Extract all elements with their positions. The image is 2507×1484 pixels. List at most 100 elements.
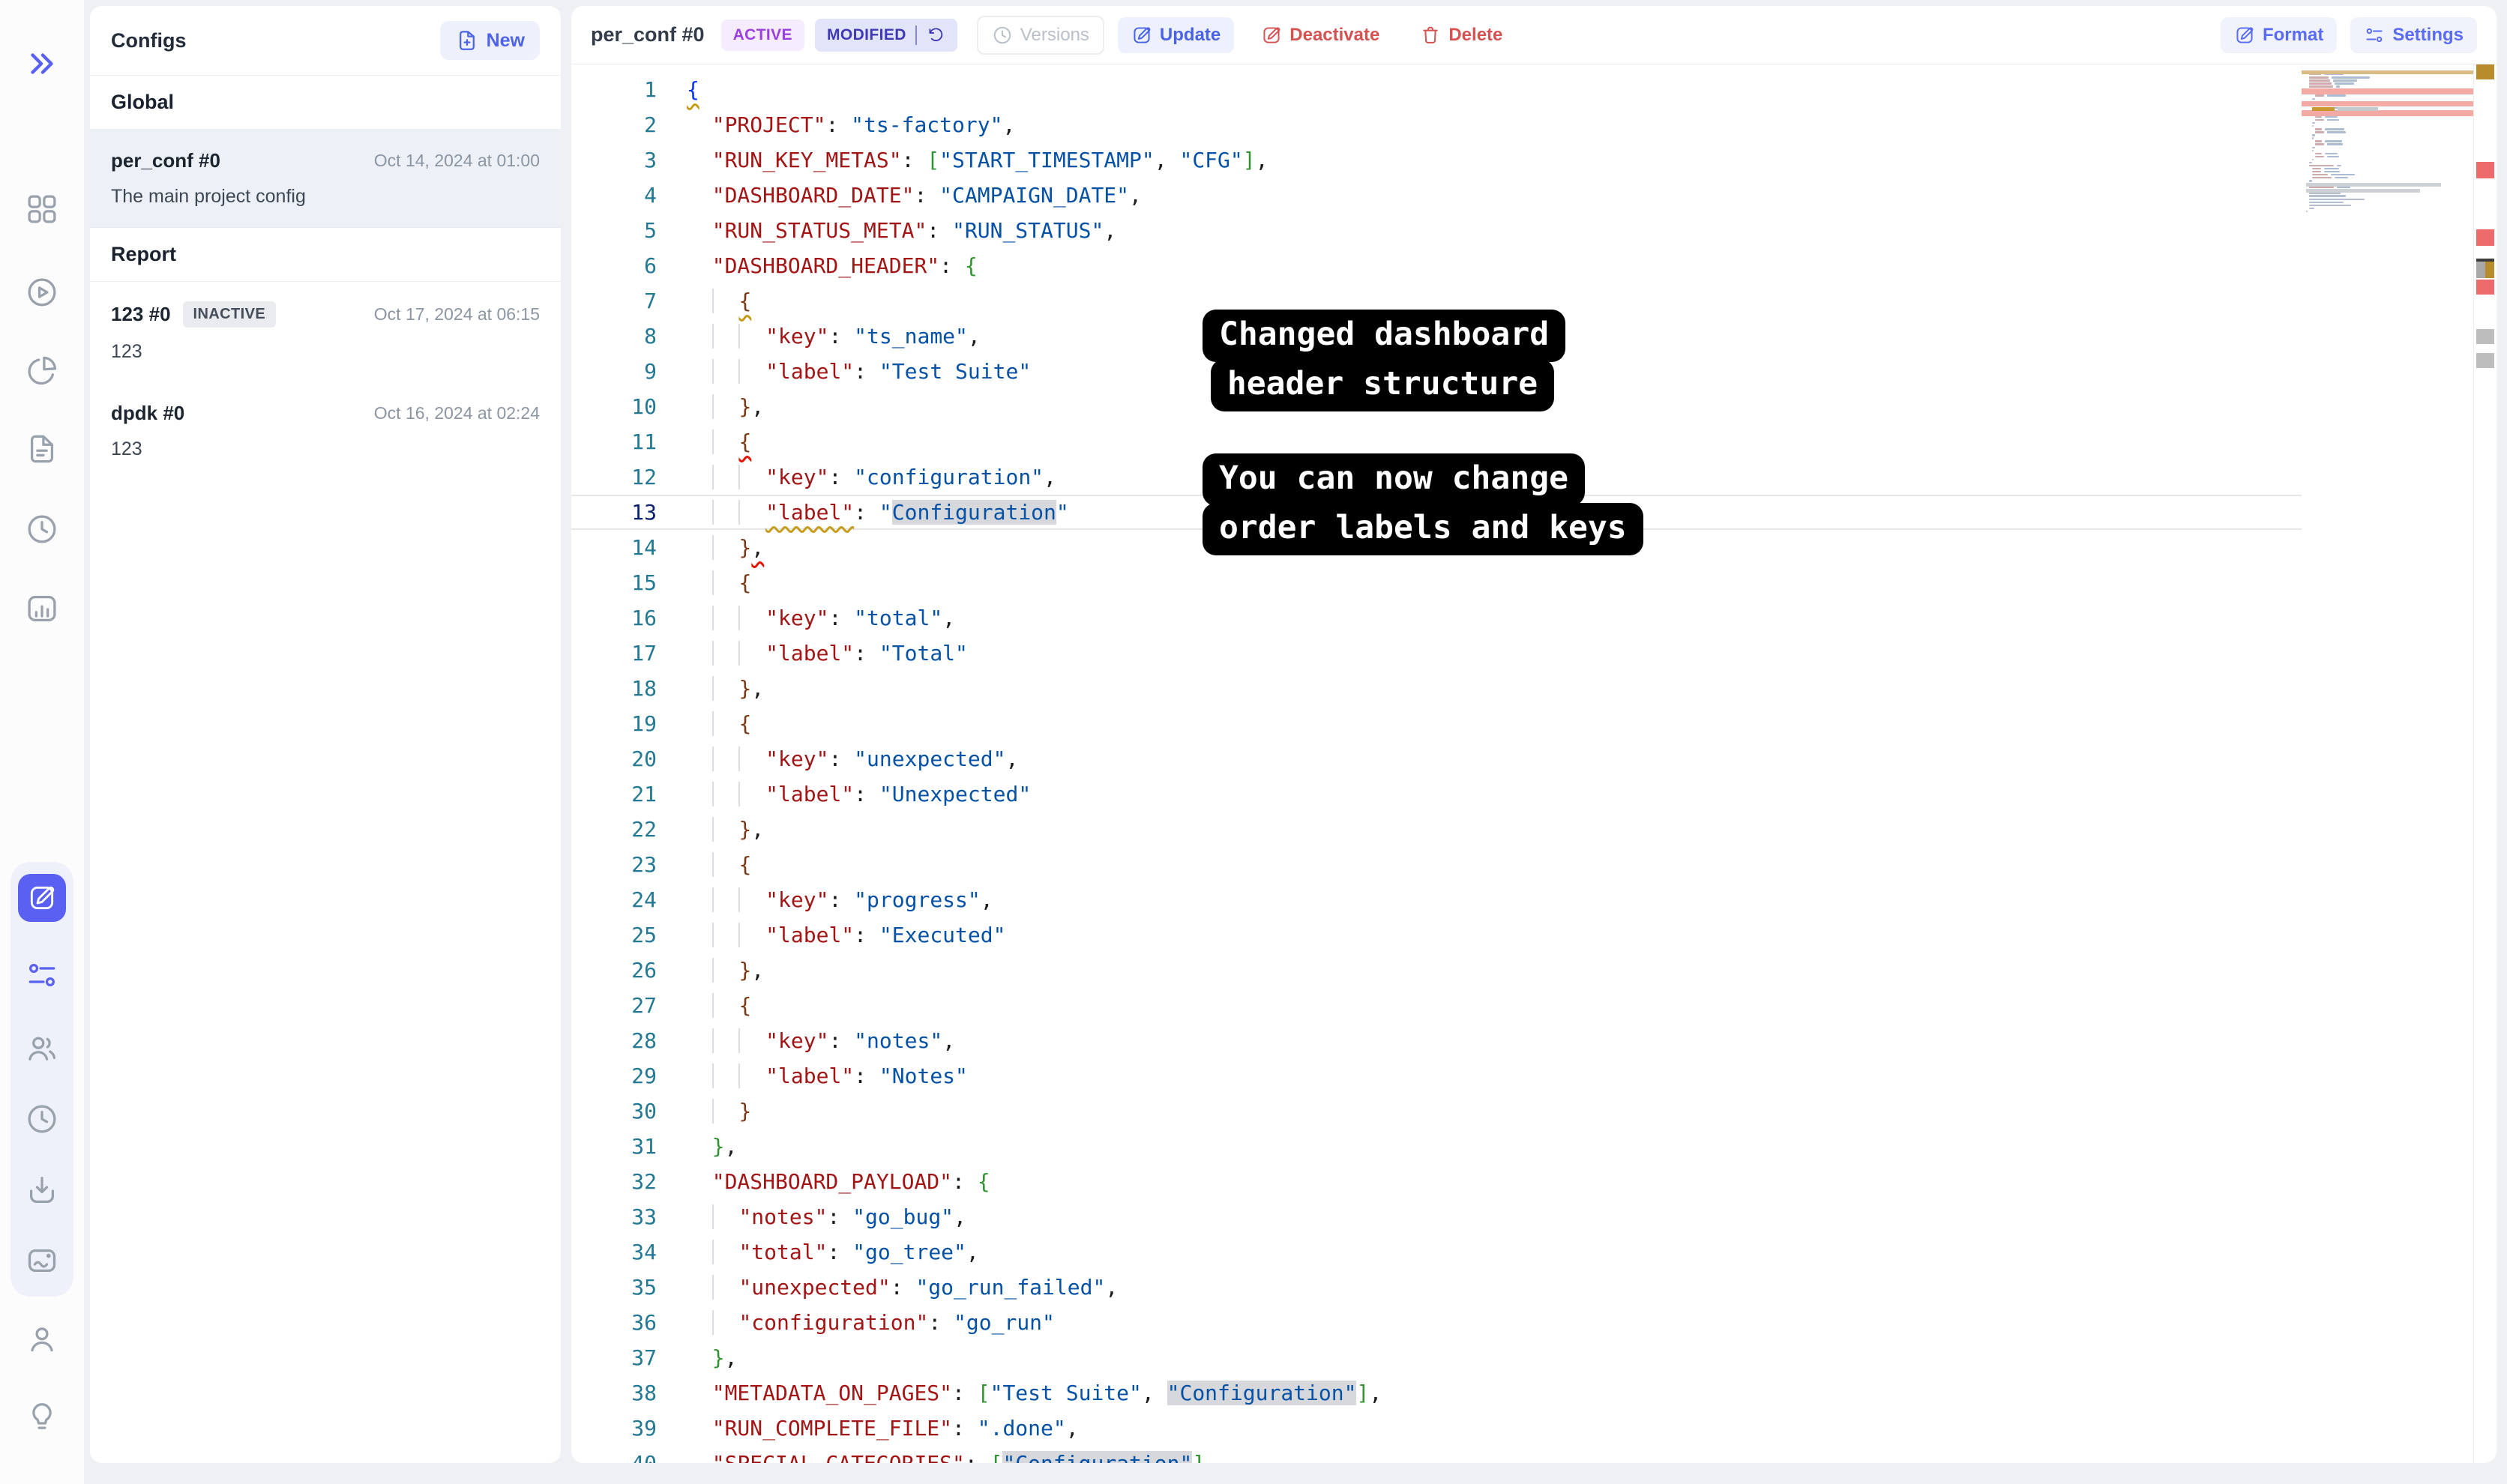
edit-icon (1261, 25, 1282, 46)
sliders-icon[interactable] (25, 958, 59, 992)
line-number: 11 (571, 424, 657, 459)
configs-list: Global per_conf #0 Oct 14, 2024 at 01:00… (90, 76, 561, 480)
config-item-date: Oct 14, 2024 at 01:00 (374, 151, 540, 171)
line-number: 31 (571, 1129, 657, 1164)
versions-label: Versions (1020, 25, 1089, 46)
settings-button[interactable]: Settings (2350, 17, 2477, 53)
minimap-line (2309, 208, 2314, 209)
new-config-button[interactable]: New (440, 21, 540, 60)
minimap-line (2327, 131, 2346, 133)
minimap-decoration (2302, 88, 2473, 94)
code-line: 29 "label": "Notes" (571, 1058, 2302, 1094)
code-line: 1{ (571, 72, 2302, 107)
file-plus-icon (455, 28, 479, 52)
line-number: 32 (571, 1164, 657, 1199)
callout-line: You can now change (1203, 453, 1585, 506)
format-button[interactable]: Format (2221, 17, 2337, 53)
bar-chart-icon[interactable] (25, 591, 59, 626)
recent-clock-icon[interactable] (25, 1102, 59, 1136)
update-button[interactable]: Update (1118, 17, 1234, 53)
minimap-line (2315, 119, 2324, 121)
code-line: 26 }, (571, 953, 2302, 988)
line-number: 9 (571, 354, 657, 389)
config-title: per_conf #0 (591, 23, 705, 46)
code-line: 17 "label": "Total" (571, 636, 2302, 671)
help-bulb-icon[interactable] (25, 1399, 59, 1433)
section-header-report: Report (90, 228, 561, 282)
play-circle-icon[interactable] (25, 275, 59, 310)
line-number: 3 (571, 142, 657, 178)
code-line: 32 "DASHBOARD_PAYLOAD": { (571, 1164, 2302, 1199)
line-number: 22 (571, 812, 657, 847)
ruler-mark (2476, 162, 2494, 178)
code-line: 38 "METADATA_ON_PAGES": ["Test Suite", "… (571, 1375, 2302, 1411)
minimap-line (2315, 153, 2322, 154)
minimap-line (2315, 140, 2322, 142)
rail-active-group (10, 862, 73, 1297)
section-header-global: Global (90, 76, 561, 130)
toolbar-right-group: Format Settings (2221, 17, 2477, 53)
import-icon[interactable] (25, 1173, 59, 1207)
edit-icon (2234, 25, 2255, 46)
line-number: 27 (571, 988, 657, 1023)
config-list-item[interactable]: per_conf #0 Oct 14, 2024 at 01:00 The ma… (90, 130, 561, 228)
users-icon[interactable] (25, 1031, 59, 1066)
minimap-line (2312, 177, 2332, 178)
line-number: 17 (571, 636, 657, 671)
code-line: 31 }, (571, 1129, 2302, 1164)
trash-icon (1420, 25, 1441, 46)
code-line: 19 { (571, 706, 2302, 741)
app-root: { "rail": { "icons": [ {"name":"collapse… (0, 0, 2507, 1484)
line-number: 38 (571, 1375, 657, 1411)
minimap-line (2325, 140, 2342, 142)
delete-label: Delete (1448, 25, 1502, 46)
line-number: 40 (571, 1446, 657, 1463)
edit-config-icon[interactable] (18, 874, 66, 922)
apps-grid-icon[interactable] (25, 192, 59, 226)
profile-icon[interactable] (25, 1322, 59, 1357)
config-item-name: per_conf #0 (111, 149, 220, 172)
code-line: 28 "key": "notes", (571, 1023, 2302, 1058)
code-lines: 1{2 "PROJECT": "ts-factory",3 "RUN_KEY_M… (571, 72, 2302, 1463)
versions-button[interactable]: Versions (977, 16, 1104, 55)
line-number: 21 (571, 776, 657, 812)
minimap-line (2312, 122, 2315, 124)
line-number: 33 (571, 1199, 657, 1234)
overview-ruler-scrollbar[interactable] (2474, 64, 2497, 1463)
config-list-item[interactable]: dpdk #0 Oct 16, 2024 at 02:24 123 (90, 382, 561, 480)
line-number: 39 (571, 1411, 657, 1446)
config-list-item[interactable]: 123 #0INACTIVE Oct 17, 2024 at 06:15 123 (90, 282, 561, 382)
minimap[interactable] (2302, 64, 2474, 1463)
json-code-editor[interactable]: 1{2 "PROJECT": "ts-factory",3 "RUN_KEY_M… (571, 64, 2497, 1463)
line-number: 36 (571, 1305, 657, 1340)
document-icon[interactable] (25, 432, 59, 466)
line-number: 10 (571, 389, 657, 424)
pie-chart-icon[interactable] (25, 354, 59, 388)
minimap-line (2315, 143, 2324, 145)
minimap-line (2324, 168, 2338, 169)
report-chart-icon[interactable] (25, 1243, 59, 1278)
minimap-line (2327, 156, 2339, 157)
ruler-mark (2485, 262, 2494, 278)
line-number: 6 (571, 248, 657, 283)
code-line: 18 }, (571, 671, 2302, 706)
line-number: 14 (571, 530, 657, 565)
minimap-line (2312, 174, 2328, 175)
line-number: 18 (571, 671, 657, 706)
configs-panel-title: Configs (111, 29, 187, 52)
update-label: Update (1160, 25, 1221, 46)
history-clock-icon[interactable] (25, 512, 59, 546)
line-number: 29 (571, 1058, 657, 1094)
code-line: 35 "unexpected": "go_run_failed", (571, 1270, 2302, 1305)
annotation-callout: Changed dashboardheader structure (1203, 313, 1562, 411)
revert-icon[interactable] (926, 25, 945, 45)
minimap-line (2331, 174, 2355, 175)
minimap-line (2325, 128, 2344, 130)
code-line: 23 { (571, 847, 2302, 882)
config-item-description: The main project config (111, 186, 540, 208)
collapse-sidebar-icon[interactable] (25, 46, 59, 81)
line-number: 28 (571, 1023, 657, 1058)
deactivate-button[interactable]: Deactivate (1248, 17, 1393, 53)
delete-button[interactable]: Delete (1406, 17, 1516, 53)
callout-line: order labels and keys (1203, 503, 1643, 555)
